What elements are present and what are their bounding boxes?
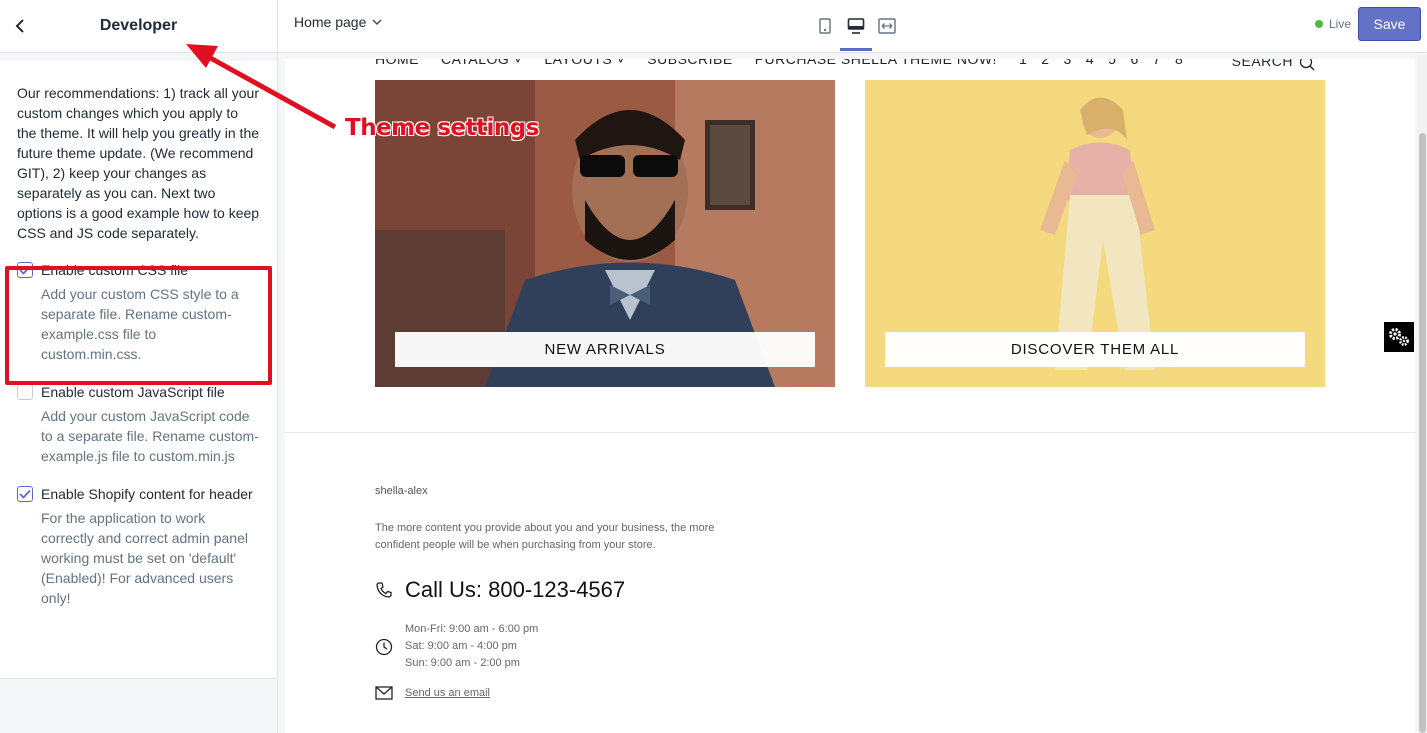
send-email-link[interactable]: Send us an email — [405, 687, 490, 699]
nav-item-number[interactable]: 3 — [1064, 59, 1072, 67]
mobile-view-button[interactable] — [813, 14, 837, 38]
desktop-icon — [847, 18, 865, 34]
checkmark-icon — [19, 489, 31, 499]
nav-item-number[interactable]: 8 — [1175, 59, 1183, 67]
clock-icon — [375, 638, 393, 655]
hours-line: Sun: 9:00 am - 2:00 pm — [405, 657, 520, 669]
custom-css-help: Add your custom CSS style to a separate … — [41, 286, 239, 362]
live-status: Live — [1315, 17, 1351, 31]
theme-settings-gear-button[interactable] — [1384, 322, 1414, 352]
option-shopify-header[interactable]: Enable Shopify content for header For th… — [17, 484, 260, 608]
new-arrivals-label[interactable]: NEW ARRIVALS — [395, 332, 815, 367]
sidebar-body: Our recommendations: 1) track all your c… — [0, 53, 277, 608]
sidebar: Developer Our recommendations: 1) track … — [0, 0, 278, 733]
save-button[interactable]: Save — [1358, 7, 1421, 41]
nav-item-purchase[interactable]: PURCHASE SHELLA THEME NOW! — [755, 59, 997, 67]
gears-icon — [1389, 328, 1409, 346]
sidebar-title: Developer — [99, 17, 178, 34]
checkmark-icon — [19, 265, 31, 275]
chevron-down-icon — [372, 18, 382, 25]
nav-item-number[interactable]: 1 — [1019, 59, 1027, 67]
custom-js-label[interactable]: Enable custom JavaScript file — [41, 382, 260, 402]
nav-item-layouts[interactable]: LAYOUTS ˅ — [544, 59, 625, 67]
hours-line: Sat: 9:00 am - 4:00 pm — [405, 640, 517, 652]
option-custom-js[interactable]: Enable custom JavaScript file Add your c… — [17, 382, 260, 466]
custom-js-help: Add your custom JavaScript code to a sep… — [41, 408, 259, 464]
nav-item-number[interactable]: 4 — [1086, 59, 1094, 67]
footer-brand: shella-alex — [375, 485, 428, 497]
annotation-label: Theme settings — [345, 115, 539, 141]
custom-css-checkbox[interactable] — [17, 262, 33, 278]
desktop-view-button[interactable] — [840, 14, 872, 51]
nav-search-label: SEARCH — [1231, 59, 1293, 69]
discover-all-label[interactable]: DISCOVER THEM ALL — [885, 332, 1305, 367]
banner-discover-all[interactable]: DISCOVER THEM ALL — [865, 80, 1325, 387]
section-divider — [285, 432, 1415, 433]
scrollbar-thumb[interactable] — [1419, 133, 1426, 733]
nav-item-number[interactable]: 7 — [1153, 59, 1161, 67]
preview-scrollbar[interactable] — [1418, 55, 1427, 733]
mail-icon — [375, 686, 393, 700]
store-preview: HOME CATALOG ˅ LAYOUTS ˅ SUBSCRIBE PURCH… — [285, 59, 1415, 733]
custom-js-checkbox[interactable] — [17, 384, 33, 400]
sidebar-header: Developer — [0, 0, 277, 53]
developer-description: Our recommendations: 1) track all your c… — [17, 85, 260, 241]
chevron-left-icon — [15, 19, 24, 33]
search-icon — [1299, 59, 1315, 71]
store-nav: HOME CATALOG ˅ LAYOUTS ˅ SUBSCRIBE PURCH… — [285, 59, 1415, 80]
footer-hours: Mon-Fri: 9:00 am - 6:00 pm Sat: 9:00 am … — [375, 621, 538, 672]
store-nav-items: HOME CATALOG ˅ LAYOUTS ˅ SUBSCRIBE PURCH… — [375, 59, 1197, 67]
mobile-icon — [819, 18, 831, 34]
nav-item-number[interactable]: 5 — [1108, 59, 1116, 67]
sidebar-footer-area — [0, 678, 277, 733]
editor-topbar: Home page Live Save — [278, 0, 1427, 53]
nav-item-catalog[interactable]: CATALOG ˅ — [441, 59, 522, 67]
custom-css-label[interactable]: Enable custom CSS file — [41, 260, 260, 280]
nav-item-number[interactable]: 6 — [1130, 59, 1138, 67]
footer-call-text: Call Us: 800-123-4567 — [405, 577, 626, 602]
nav-item-home[interactable]: HOME — [375, 59, 419, 67]
phone-icon — [376, 582, 392, 598]
page-select-dropdown[interactable]: Home page — [294, 14, 382, 30]
back-button[interactable] — [8, 14, 32, 38]
nav-item-number[interactable]: 2 — [1041, 59, 1049, 67]
option-custom-css[interactable]: Enable custom CSS file Add your custom C… — [17, 260, 260, 364]
shopify-header-help: For the application to work correctly an… — [41, 510, 248, 606]
fullscreen-view-button[interactable] — [875, 14, 899, 38]
footer-email: Send us an email — [375, 686, 490, 700]
live-dot-icon — [1315, 20, 1323, 28]
nav-item-subscribe[interactable]: SUBSCRIBE — [647, 59, 732, 67]
shopify-header-label[interactable]: Enable Shopify content for header — [41, 484, 260, 504]
shopify-header-checkbox[interactable] — [17, 486, 33, 502]
hours-line: Mon-Fri: 9:00 am - 6:00 pm — [405, 623, 539, 635]
live-status-text: Live — [1329, 17, 1352, 31]
nav-search[interactable]: SEARCH — [1232, 59, 1315, 71]
expand-icon — [878, 18, 896, 34]
page-select-value: Home page — [294, 14, 367, 30]
footer-description: The more content you provide about you a… — [375, 522, 715, 551]
footer-call: Call Us: 800-123-4567 — [375, 577, 625, 603]
